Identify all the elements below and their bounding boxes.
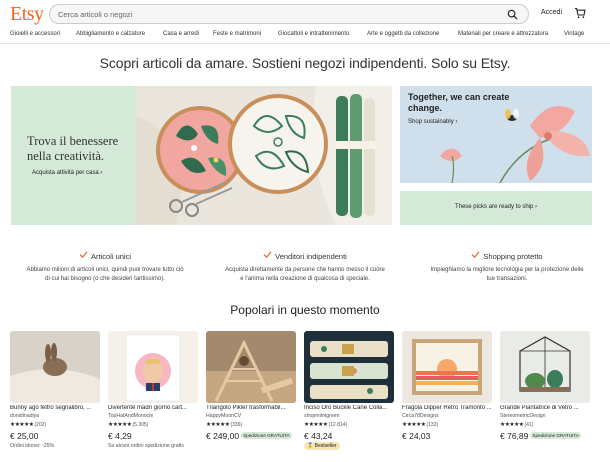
star-rating-icon: ★★★★★ <box>108 422 132 428</box>
search-icon[interactable] <box>507 9 518 20</box>
embroidery-illustration <box>136 86 392 225</box>
feature-secure-shopping: Shopping protetto Impieghiamo la miglior… <box>427 246 587 283</box>
nav-item-toys[interactable]: Giocattoli e intrattenimento <box>278 31 349 37</box>
nav-item-craft-supplies[interactable]: Materiali per creare e attrezzatura <box>458 31 548 37</box>
nav-item-jewelry[interactable]: Gioielli e accessori <box>10 31 60 37</box>
product-rating: ★★★★★(5.305) <box>108 422 148 428</box>
check-icon <box>471 251 480 259</box>
review-count: (336) <box>230 422 243 428</box>
star-rating-icon: ★★★★★ <box>10 422 34 428</box>
product-title[interactable]: Bunny ago feltro segnalibro, ... <box>10 405 102 411</box>
free-shipping-badge: Spedizione GRATUITA <box>530 432 581 439</box>
product-rating: ★★★★★(12.814) <box>304 422 347 428</box>
feature-desc: Impieghiamo la migliore tecnologia per l… <box>430 267 584 282</box>
check-icon <box>263 251 272 259</box>
product-price: € 249,00 Spedizione GRATUITA <box>206 431 292 441</box>
nav-item-weddings[interactable]: Feste e matrimoni <box>213 31 261 37</box>
star-rating-icon: ★★★★★ <box>206 422 230 428</box>
page-tagline: Scopri articoli da amare. Sostieni negoz… <box>99 55 511 71</box>
header: Etsy Accedi <box>0 0 610 28</box>
search-input[interactable] <box>58 7 498 22</box>
product-price-value: € 249,00 <box>206 431 240 441</box>
product-image[interactable] <box>108 331 198 403</box>
category-nav: Gioielli e accessori Abbigliamento e cal… <box>0 28 610 44</box>
product-price-value: € 76,89 <box>500 431 529 441</box>
product-rating: ★★★★★(41) <box>500 422 533 428</box>
product-rating: ★★★★★(133) <box>402 422 438 428</box>
chevron-right-icon: › <box>535 204 538 210</box>
product-price: € 4,29 <box>108 431 132 441</box>
nav-item-home[interactable]: Casa e arredi <box>163 31 199 37</box>
product-shop[interactable]: Circa78Designs <box>402 413 439 419</box>
product-shop[interactable]: shopmimigreen <box>304 413 339 419</box>
bestseller-badge: 🏅 Bestseller <box>304 442 340 450</box>
feature-desc: Abbiamo milioni di articoli unici, quind… <box>26 267 184 282</box>
star-rating-icon: ★★★★★ <box>500 422 524 428</box>
product-price: € 24,03 <box>402 431 431 441</box>
product-price: € 25,00 <box>10 431 39 441</box>
product-note: Su alcuni ordini spedizione gratis <box>108 443 184 449</box>
cart-icon[interactable] <box>574 7 586 19</box>
review-count: (5.305) <box>132 422 149 428</box>
nav-item-clothing[interactable]: Abbigliamento e calzature <box>76 31 145 37</box>
product-shop[interactable]: StereometricDesign <box>500 413 546 419</box>
hero-right-link[interactable]: Shop sustainably › <box>408 119 457 125</box>
signin-link[interactable]: Accedi <box>541 9 562 16</box>
product-title[interactable]: Grande Piantatrice di Vetro ... <box>500 405 592 411</box>
feature-independent-sellers: Venditori indipendenti Acquista direttam… <box>225 246 385 283</box>
hero-sustainable-panel[interactable]: Together, we can create change. Shop sus… <box>400 86 592 183</box>
product-rating: ★★★★★(336) <box>206 422 242 428</box>
hero-ready-to-ship-link[interactable]: These picks are ready to ship › <box>400 204 592 210</box>
product-rating: ★★★★★(202) <box>10 422 46 428</box>
product-price: € 43,24 <box>304 431 333 441</box>
product-image[interactable] <box>304 331 394 403</box>
product-note: Ordini idonei: -25% <box>10 443 55 449</box>
hero-right-link-label: Shop sustainably <box>408 119 454 125</box>
star-rating-icon: ★★★★★ <box>402 422 426 428</box>
product-title[interactable]: Inciso Oro Buckle Cane Colla... <box>304 405 396 411</box>
product-title[interactable]: Fragola Dipper Retro Tramonto ... <box>402 405 494 411</box>
hero-ready-to-ship-label: These picks are ready to ship <box>454 204 534 210</box>
product-shop[interactable]: TopHatAndMonocle <box>108 413 153 419</box>
review-count: (133) <box>426 422 439 428</box>
product-shop[interactable]: donidinadiya <box>10 413 39 419</box>
hero-ready-to-ship-panel[interactable]: These picks are ready to ship › <box>400 191 592 225</box>
product-price: € 76,89 Spedizione GRATUITA <box>500 431 581 441</box>
chevron-right-icon: › <box>100 170 103 176</box>
feature-unique-items: Articoli unici Abbiamo milioni di artico… <box>25 246 185 283</box>
product-title[interactable]: Triangolo Pikler trasformabil... <box>206 405 298 411</box>
feature-title: Venditori indipendenti <box>275 252 347 261</box>
hero-embroidery-image[interactable] <box>136 86 392 225</box>
review-count: (202) <box>34 422 47 428</box>
hero-left-title: Trova il benessere nella creatività. <box>27 134 119 163</box>
product-shop[interactable]: HappyMoonCV <box>206 413 241 419</box>
check-icon <box>79 251 88 259</box>
etsy-logo[interactable]: Etsy <box>10 3 44 26</box>
hero-wellness-panel[interactable]: Trova il benessere nella creatività. Acq… <box>11 86 136 225</box>
search-bar[interactable] <box>49 4 529 24</box>
popular-section-title: Popolari in questo momento <box>230 303 380 317</box>
product-image[interactable] <box>402 331 492 403</box>
hero-right-title: Together, we can create change. <box>408 92 510 113</box>
review-count: (12.814) <box>328 422 348 428</box>
product-image[interactable] <box>500 331 590 403</box>
nav-item-vintage[interactable]: Vintage <box>564 31 584 37</box>
product-image[interactable] <box>10 331 100 403</box>
nav-item-art[interactable]: Arte e oggetti da collezione <box>367 31 439 37</box>
review-count: (41) <box>524 422 534 428</box>
star-rating-icon: ★★★★★ <box>304 422 328 428</box>
free-shipping-badge: Spedizione GRATUITA <box>241 432 292 439</box>
feature-title: Articoli unici <box>90 252 131 261</box>
hero-left-link-label: Acquista attività per casa <box>32 170 99 176</box>
chevron-right-icon: › <box>455 119 458 125</box>
hero-left-link[interactable]: Acquista attività per casa › <box>32 170 102 176</box>
feature-desc: Acquista direttamente da persone che han… <box>225 267 385 282</box>
product-title[interactable]: Divertente madri giorno cart... <box>108 405 200 411</box>
product-image[interactable] <box>206 331 296 403</box>
feature-title: Shopping protetto <box>483 252 543 261</box>
